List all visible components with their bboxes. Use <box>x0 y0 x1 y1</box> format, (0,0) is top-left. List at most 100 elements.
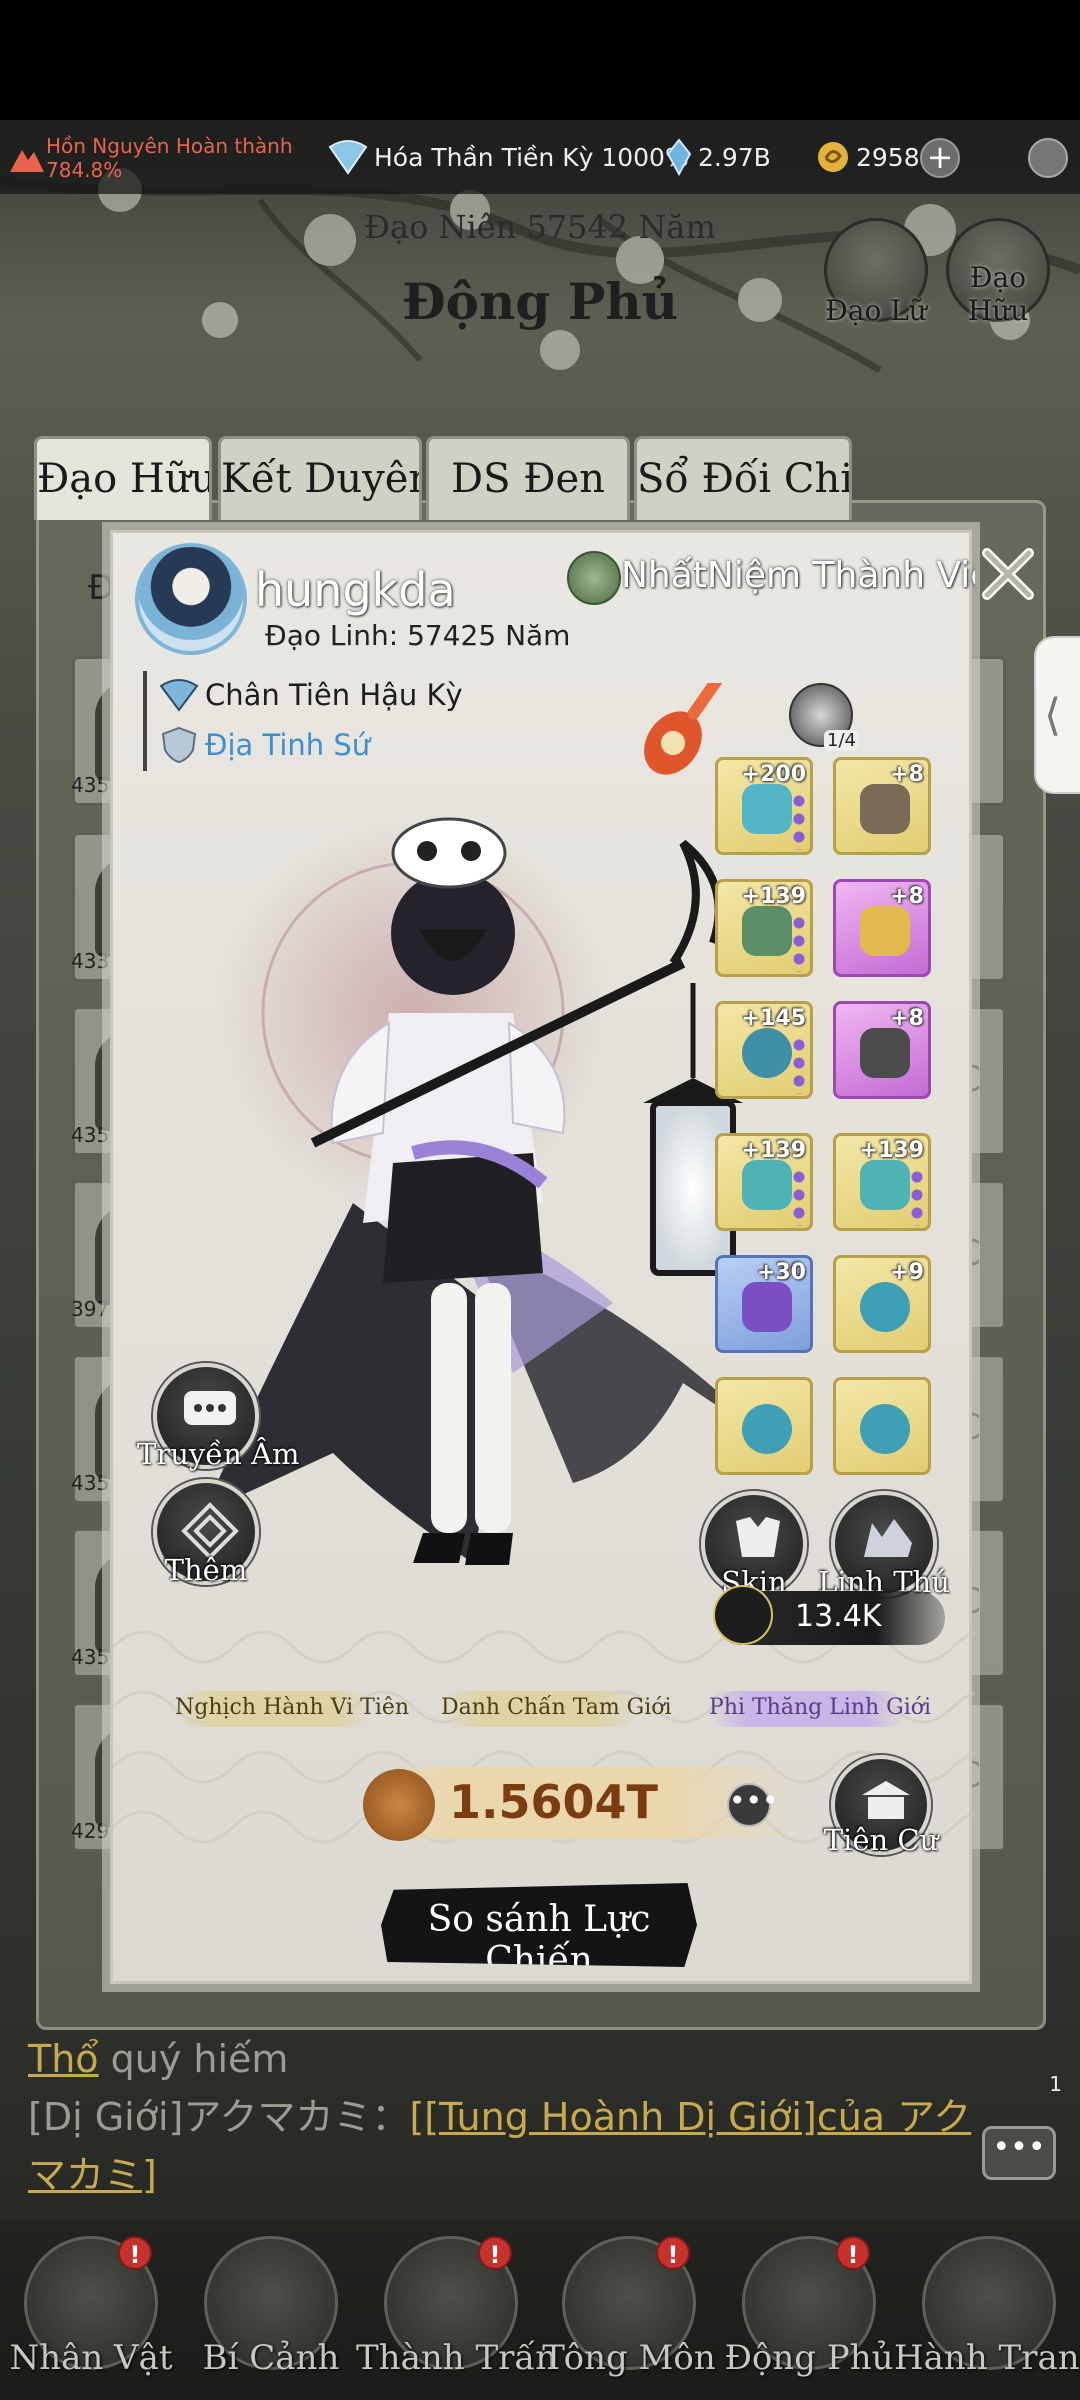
diamond-pattern-icon <box>181 1502 239 1560</box>
enhance-level: +8 <box>890 884 924 909</box>
add-currency-button[interactable]: + <box>920 138 960 178</box>
chat-bubble-icon <box>184 1391 236 1425</box>
enhance-level: +145 <box>741 1006 806 1031</box>
nav-sect[interactable]: ! Tông Môn <box>542 2236 716 2386</box>
tab-bond[interactable]: Kết Duyên <box>218 436 422 520</box>
chat-notification[interactable]: 1 <box>1018 2048 1062 2096</box>
enhance-level: +139 <box>859 1138 924 1163</box>
nav-cave[interactable]: ! Động Phủ <box>724 2236 894 2386</box>
more-options-label: Thêm <box>164 1553 248 1587</box>
quest-status: Hồn Nguyên Hoàn thành <box>46 134 293 158</box>
partner-avatar-button[interactable]: Đạo Lữ <box>824 218 928 327</box>
compare-power-label: So sánh Lực Chiến <box>427 1899 651 1981</box>
alert-badge: ! <box>118 2236 152 2270</box>
residence-label: Tiên Cư <box>823 1823 939 1857</box>
enhance-level: +139 <box>741 884 806 909</box>
power-details-button[interactable]: ••• <box>727 1783 779 1827</box>
nav-label: Thành Trấn <box>356 2338 558 2378</box>
nav-secret-realm[interactable]: Bí Cảnh <box>196 2236 346 2386</box>
equipment-slot[interactable]: +200 <box>715 757 813 855</box>
dao-linh-years: Đạo Linh: 57425 Năm <box>265 619 571 652</box>
title-tag[interactable]: Phi Thăng Linh Giới <box>709 1691 931 1727</box>
gem-sockets <box>792 916 806 972</box>
chat-item-link[interactable]: Thổ <box>28 2037 99 2081</box>
chat-notification-count: 1 <box>1049 2072 1062 2096</box>
fan-icon <box>159 679 199 712</box>
whisper-label: Truyền Âm <box>137 1437 300 1471</box>
sect-emblem-icon <box>567 551 621 605</box>
nav-town[interactable]: ! Thành Trấn <box>356 2236 557 2386</box>
chevron-left-icon: ⟨ <box>1044 690 1062 741</box>
nav-label: Hành Trang <box>894 2338 1080 2378</box>
more-options-button[interactable]: Thêm <box>153 1479 259 1587</box>
title-tag[interactable]: Danh Chấn Tam Giới <box>441 1691 672 1727</box>
nav-character[interactable]: ! Nhân Vật <box>9 2236 173 2386</box>
enhance-level: +8 <box>890 762 924 787</box>
yin-yang-icon <box>363 1769 435 1841</box>
enhance-level: +9 <box>890 1260 924 1285</box>
compare-power-button[interactable]: So sánh Lực Chiến <box>381 1883 697 1967</box>
chat-text: quý hiếm <box>98 2037 289 2081</box>
sect-membership[interactable]: NhấtNiệm Thành Viên <box>621 555 975 596</box>
close-icon[interactable] <box>977 543 1039 605</box>
equipment-slot[interactable]: +30 <box>715 1255 813 1353</box>
friend-avatar-button[interactable]: Đạo Hữu <box>946 218 1050 327</box>
enhance-level: +200 <box>741 762 806 787</box>
player-avatar[interactable] <box>135 543 247 655</box>
alert-badge: ! <box>478 2236 512 2270</box>
coin-counter[interactable]: 2958 <box>816 136 920 178</box>
tab-blacklist[interactable]: DS Đen <box>426 436 630 520</box>
nav-inventory[interactable]: Hành Trang <box>894 2236 1080 2386</box>
chat-open-button[interactable]: ••• <box>982 2126 1056 2180</box>
partner-label: Đạo Lữ <box>825 294 927 327</box>
equipment-slot[interactable]: +139 <box>833 1133 931 1231</box>
item-icon <box>860 906 910 956</box>
equipment-slot[interactable]: +8 <box>833 757 931 855</box>
shield-icon <box>161 726 197 764</box>
chat-channel: [Dị Giới]アクマカミ： <box>28 2095 410 2139</box>
equipment-slot[interactable]: +8 <box>833 879 931 977</box>
item-icon <box>742 784 792 834</box>
equipment-slot[interactable] <box>833 1377 931 1475</box>
equipment-slot[interactable]: +145 <box>715 1001 813 1099</box>
equipment-slot[interactable]: +8 <box>833 1001 931 1099</box>
world-chat[interactable]: Thổ quý hiếm [Dị Giới]アクマカミ：[[Tung Hoành… <box>28 2030 988 2204</box>
enhance-level: +139 <box>741 1138 806 1163</box>
gem-sockets <box>792 1038 806 1094</box>
tab-friends[interactable]: Đạo Hữu <box>34 436 212 520</box>
robe-icon <box>736 1517 780 1557</box>
spirit-beast-button[interactable]: Linh Thú <box>818 1491 950 1599</box>
clock-icon[interactable] <box>1028 138 1068 178</box>
nav-label: Nhân Vật <box>9 2338 173 2378</box>
coin-icon <box>818 142 848 172</box>
quest-tracker[interactable]: Hồn Nguyên Hoàn thành 784.8% <box>8 134 308 182</box>
chat-line: Thổ quý hiếm <box>28 2030 988 2088</box>
residence-button[interactable]: Tiên Cư <box>824 1755 938 1857</box>
item-icon <box>860 1028 910 1078</box>
item-icon <box>742 1404 792 1454</box>
equipment-slot[interactable] <box>715 1377 813 1475</box>
skin-button[interactable]: Skin <box>701 1491 807 1599</box>
side-drawer-handle[interactable]: ⟨ <box>1034 636 1080 794</box>
title-tag[interactable]: Nghịch Hành Vi Tiên <box>175 1691 409 1727</box>
combat-power-value: 1.5604T <box>449 1775 658 1829</box>
spirit-stone-icon <box>666 138 692 176</box>
friend-label: Đạo Hữu <box>967 261 1029 327</box>
fan-icon <box>328 140 368 175</box>
item-icon <box>860 1160 910 1210</box>
item-icon <box>742 1282 792 1332</box>
tab-battle-log[interactable]: Sổ Đối Chiến <box>634 436 852 520</box>
item-icon <box>860 784 910 834</box>
equipment-slot[interactable]: +139 <box>715 1133 813 1231</box>
gem-sockets <box>910 1170 924 1226</box>
equipment-slot[interactable]: +9 <box>833 1255 931 1353</box>
alert-badge: ! <box>656 2236 690 2270</box>
equipment-slot[interactable]: +139 <box>715 879 813 977</box>
mountain-icon <box>10 150 44 172</box>
item-icon <box>742 1028 792 1078</box>
spirit-beast-power-value: 13.4K <box>795 1599 882 1634</box>
whisper-button[interactable]: Truyền Âm <box>137 1363 299 1471</box>
enhance-level: +30 <box>756 1260 806 1285</box>
realm-progress[interactable]: Hóa Thần Tiền Kỳ 1000% <box>328 136 689 178</box>
spirit-stone-counter[interactable]: 2.97B <box>666 136 771 178</box>
